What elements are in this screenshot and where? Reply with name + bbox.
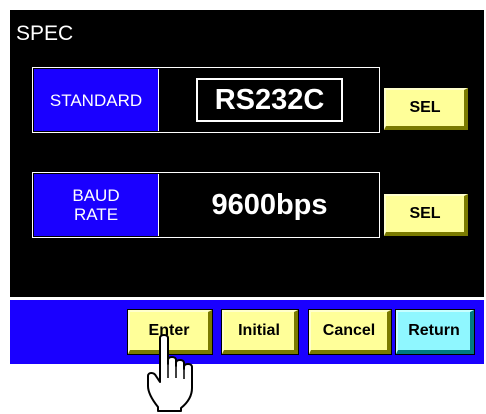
standard-sel-button[interactable]: SEL bbox=[384, 88, 468, 130]
standard-value: RS232C bbox=[195, 78, 344, 122]
baud-rate-row: BAUD RATE 9600bps bbox=[32, 172, 380, 238]
baud-rate-label: BAUD RATE bbox=[34, 174, 159, 236]
baud-rate-value: 9600bps bbox=[211, 188, 328, 221]
baud-rate-sel-button[interactable]: SEL bbox=[384, 194, 468, 236]
standard-row: STANDARD RS232C bbox=[32, 67, 380, 133]
spec-panel bbox=[10, 10, 484, 297]
initial-button[interactable]: Initial bbox=[221, 309, 299, 355]
screen-title: SPEC bbox=[16, 22, 74, 45]
return-button[interactable]: Return bbox=[395, 309, 475, 355]
standard-value-display: RS232C bbox=[160, 69, 379, 131]
standard-label: STANDARD bbox=[34, 69, 159, 131]
pointing-hand-icon bbox=[147, 334, 193, 412]
cancel-button[interactable]: Cancel bbox=[308, 309, 392, 355]
